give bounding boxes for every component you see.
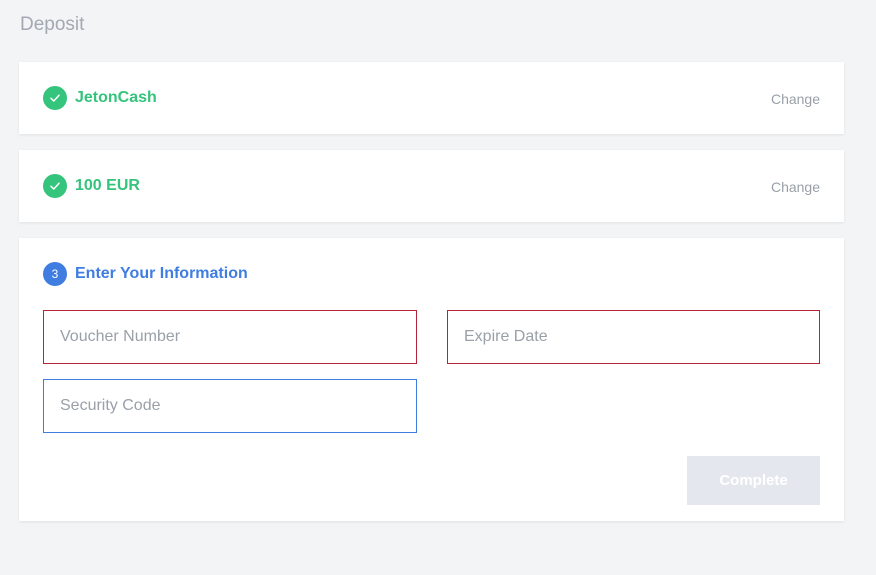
step-label-information: Enter Your Information [75,265,248,282]
change-payment-method-link[interactable]: Change [771,91,820,107]
complete-button[interactable]: Complete [687,456,820,505]
check-icon [43,174,67,198]
expire-date-input[interactable] [447,310,820,364]
deposit-page: Deposit JetonCash Change 100 EUR Change … [0,0,876,575]
step-card-amount: 100 EUR Change [19,150,844,222]
check-icon [43,86,67,110]
security-code-input[interactable] [43,379,417,433]
step-number-badge: 3 [43,262,67,286]
page-title: Deposit [20,14,85,35]
step-label-amount: 100 EUR [75,177,140,194]
voucher-number-input[interactable] [43,310,417,364]
step-label-payment-method: JetonCash [75,89,157,106]
step-header: 3 Enter Your Information [43,262,248,286]
change-amount-link[interactable]: Change [771,179,820,195]
step-card-information: 3 Enter Your Information Complete [19,238,844,521]
step-card-payment-method: JetonCash Change [19,62,844,134]
step-header: 100 EUR [43,174,140,198]
step-header: JetonCash [43,86,157,110]
